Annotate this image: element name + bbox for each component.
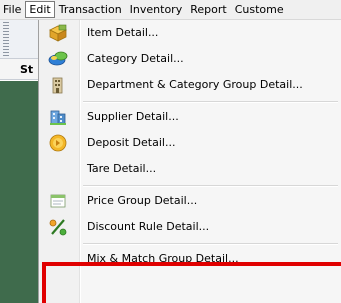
menu-transaction[interactable]: Transaction bbox=[55, 1, 126, 18]
menu-item-mix-match-group-detail[interactable]: Mix & Match Group Detail... bbox=[39, 246, 341, 272]
toolbar-grip[interactable] bbox=[3, 22, 9, 58]
menu-item-price-group-detail[interactable]: Price Group Detail... bbox=[39, 188, 341, 214]
menu-item-supplier-detail[interactable]: Supplier Detail... bbox=[39, 104, 341, 130]
deposit-icon bbox=[49, 134, 67, 152]
edit-menu-dropdown: Item Detail... Category Detail... Depart… bbox=[38, 20, 341, 303]
building-icon bbox=[52, 77, 63, 94]
discount-icon bbox=[49, 219, 67, 236]
background-panel bbox=[0, 81, 38, 303]
category-icon bbox=[48, 51, 68, 66]
menubar: File Edit Transaction Inventory Report C… bbox=[0, 0, 341, 20]
menu-file[interactable]: File bbox=[0, 1, 25, 18]
menu-separator bbox=[83, 185, 338, 187]
menu-item-label: Deposit Detail... bbox=[87, 136, 176, 149]
menu-item-deposit-detail[interactable]: Deposit Detail... bbox=[39, 130, 341, 156]
menu-item-discount-rule-detail[interactable]: Discount Rule Detail... bbox=[39, 214, 341, 240]
menu-item-label: Supplier Detail... bbox=[87, 110, 179, 123]
menu-item-label: Discount Rule Detail... bbox=[87, 220, 210, 233]
menu-item-department-category-group-detail[interactable]: Department & Category Group Detail... bbox=[39, 72, 341, 98]
menu-customer[interactable]: Custome bbox=[231, 1, 288, 18]
menu-item-item-detail[interactable]: Item Detail... bbox=[39, 20, 341, 46]
menu-item-label: Price Group Detail... bbox=[87, 194, 198, 207]
menu-report[interactable]: Report bbox=[186, 1, 230, 18]
menu-separator bbox=[83, 243, 338, 245]
supplier-icon bbox=[50, 110, 66, 125]
menu-item-tare-detail[interactable]: Tare Detail... bbox=[39, 156, 341, 182]
menu-separator bbox=[83, 101, 338, 103]
menu-inventory[interactable]: Inventory bbox=[126, 1, 187, 18]
menu-item-label: Item Detail... bbox=[87, 26, 159, 39]
background-tab[interactable]: St bbox=[0, 58, 38, 80]
menu-item-label: Department & Category Group Detail... bbox=[87, 78, 303, 91]
menu-item-label: Mix & Match Group Detail... bbox=[87, 252, 239, 265]
menu-edit[interactable]: Edit bbox=[25, 1, 55, 18]
menu-item-category-detail[interactable]: Category Detail... bbox=[39, 46, 341, 72]
menu-item-label: Tare Detail... bbox=[87, 162, 157, 175]
price-group-icon bbox=[50, 194, 66, 208]
box-icon bbox=[49, 24, 67, 42]
menu-item-label: Category Detail... bbox=[87, 52, 184, 65]
